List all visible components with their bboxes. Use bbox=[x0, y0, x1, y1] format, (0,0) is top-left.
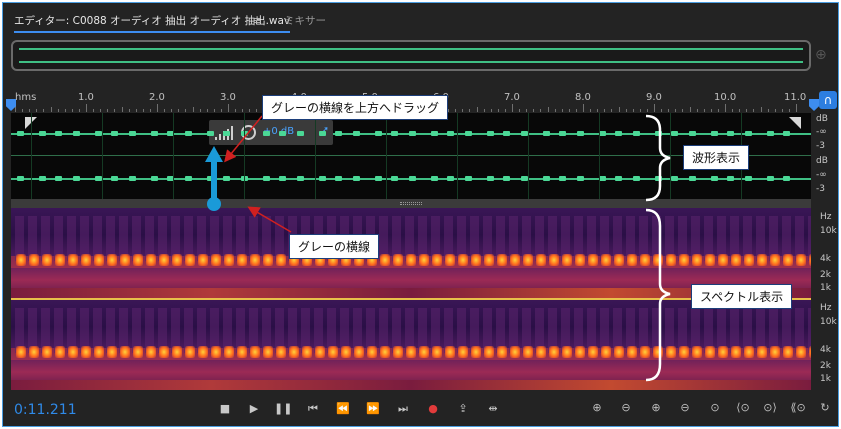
callout-gray-line: グレーの横線 bbox=[289, 234, 380, 259]
drag-arrow-origin bbox=[207, 197, 221, 211]
waveform-brace bbox=[645, 114, 671, 202]
pointer-arrow bbox=[224, 115, 263, 163]
annotation-overlay bbox=[205, 114, 671, 382]
callout-waveform-display: 波形表示 bbox=[683, 145, 750, 170]
callout-spectral-display: スペクトル表示 bbox=[691, 284, 793, 309]
spectral-brace bbox=[645, 208, 671, 382]
pointer-arrow bbox=[247, 206, 292, 233]
callout-drag-instruction: グレーの横線を上方へドラッグ bbox=[262, 95, 449, 120]
drag-arrow-head bbox=[205, 146, 223, 162]
